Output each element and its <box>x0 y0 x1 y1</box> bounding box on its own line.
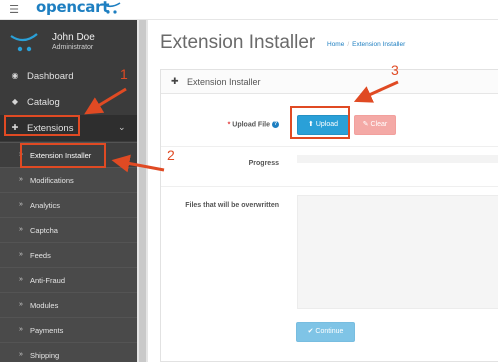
sidebar-item-catalog[interactable]: ◆ Catalog <box>0 89 137 115</box>
annotation-highlight-installer <box>20 143 106 168</box>
annotation-highlight-extensions <box>4 115 80 136</box>
sidebar-item-label: Dashboard <box>27 71 74 82</box>
annotation-number-3: 3 <box>391 62 399 78</box>
overwritten-files-list[interactable] <box>297 195 498 309</box>
row-divider <box>161 146 498 147</box>
sidebar-subitem-label: Shipping <box>30 351 60 360</box>
dashboard-icon: ◉ <box>11 71 19 80</box>
progress-label: Progress <box>248 160 279 167</box>
eraser-icon: ✎ <box>362 121 371 128</box>
sidebar-subitem-label: Anti-Fraud <box>30 276 66 285</box>
sidebar-subitem-payments[interactable]: » Payments <box>0 317 137 342</box>
sidebar-subitem-shipping[interactable]: » Shipping <box>0 342 137 362</box>
user-profile[interactable]: John Doe Administrator <box>0 20 137 62</box>
user-role: Administrator <box>52 44 94 51</box>
double-chevron-icon: » <box>19 301 23 308</box>
sidebar-subitem-label: Feeds <box>30 251 51 260</box>
upload-file-label: * Upload File? <box>181 121 279 128</box>
double-chevron-icon: » <box>19 351 23 358</box>
double-chevron-icon: » <box>19 251 23 258</box>
breadcrumb-separator: / <box>347 41 350 48</box>
files-overwritten-label: Files that will be overwritten <box>185 202 279 209</box>
sidebar-subitem-label: Analytics <box>30 201 61 210</box>
panel-title: Extension Installer <box>187 77 261 87</box>
sidebar-scrollbar-thumb[interactable] <box>139 20 146 362</box>
help-icon[interactable]: ? <box>272 121 279 128</box>
menu-toggle-icon[interactable]: ☰ <box>8 4 20 16</box>
double-chevron-icon: » <box>19 226 23 233</box>
sidebar-subitem-feeds[interactable]: » Feeds <box>0 242 137 267</box>
sidebar-item-dashboard[interactable]: ◉ Dashboard <box>0 63 137 89</box>
cart-logo-icon <box>101 2 121 14</box>
continue-button[interactable]: ✔ Continue <box>296 322 355 342</box>
sidebar-item-label: Catalog <box>27 97 60 108</box>
continue-button-label: Continue <box>315 328 344 335</box>
sidebar-subitem-modifications[interactable]: » Modifications <box>0 167 137 192</box>
sidebar: John Doe Administrator ◉ Dashboard ◆ Cat… <box>0 20 137 362</box>
sidebar-subitem-label: Modules <box>30 301 59 310</box>
sidebar-subitem-captcha[interactable]: » Captcha <box>0 217 137 242</box>
opencart-avatar-icon <box>10 33 38 52</box>
chevron-down-icon: ⌄ <box>118 122 126 132</box>
logo-text: opencart <box>36 0 110 16</box>
double-chevron-icon: » <box>19 276 23 283</box>
panel-heading: ✚ Extension Installer <box>161 70 498 94</box>
clear-button[interactable]: ✎ Clear <box>354 115 396 135</box>
upload-file-label-text: Upload File <box>232 121 270 129</box>
sidebar-subitem-anti-fraud[interactable]: » Anti-Fraud <box>0 267 137 292</box>
row-divider <box>161 186 498 187</box>
puzzle-icon: ✚ <box>171 76 179 86</box>
tag-icon: ◆ <box>11 97 19 106</box>
double-chevron-icon: » <box>19 176 23 183</box>
annotation-number-1: 1 <box>120 66 128 82</box>
annotation-number-2: 2 <box>167 147 175 163</box>
user-name: John Doe <box>52 32 95 43</box>
breadcrumb-current-link[interactable]: Extension Installer <box>352 41 405 48</box>
breadcrumb-home-link[interactable]: Home <box>327 41 344 48</box>
sidebar-subitem-label: Captcha <box>30 226 58 235</box>
double-chevron-icon: » <box>19 201 23 208</box>
progress-bar <box>297 155 498 163</box>
breadcrumb: Home / Extension Installer <box>327 41 405 48</box>
annotation-highlight-upload <box>290 106 350 139</box>
page-title: Extension Installer <box>160 32 316 53</box>
top-header: ☰ opencart <box>0 0 498 20</box>
sidebar-subitem-label: Modifications <box>30 176 74 185</box>
sidebar-subitem-label: Payments <box>30 326 64 335</box>
clear-button-label: Clear <box>370 121 388 128</box>
sidebar-subitem-analytics[interactable]: » Analytics <box>0 192 137 217</box>
sidebar-subitem-modules[interactable]: » Modules <box>0 292 137 317</box>
double-chevron-icon: » <box>19 326 23 333</box>
opencart-logo[interactable]: opencart <box>36 0 109 18</box>
